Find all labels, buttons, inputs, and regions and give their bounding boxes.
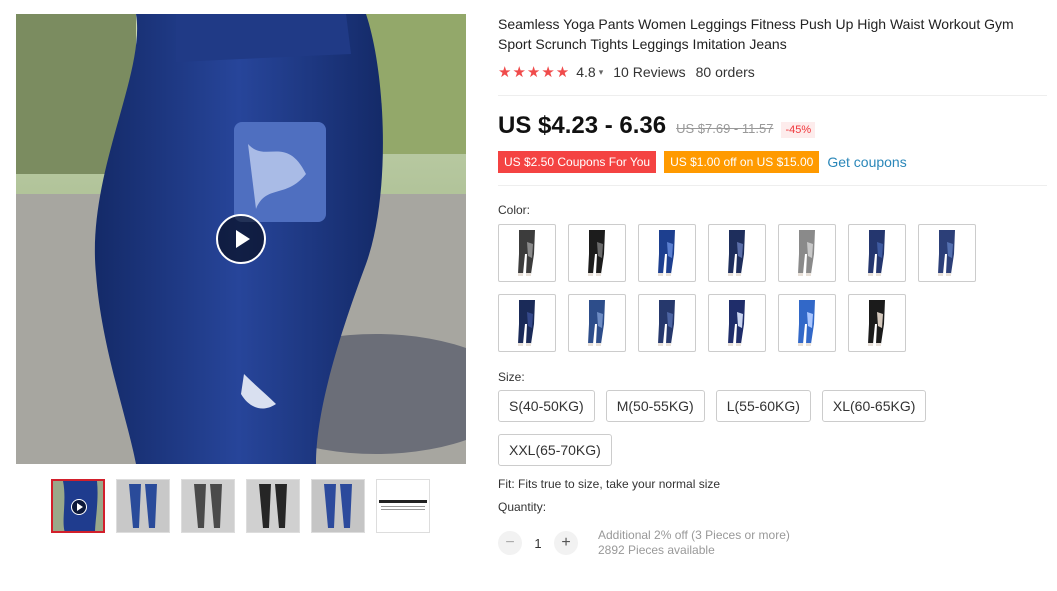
- leggings-black-ombre-icon: [868, 300, 885, 346]
- decrease-quantity-button[interactable]: −: [498, 531, 522, 555]
- leggings-navy-ombre-icon: [728, 300, 745, 346]
- leggings-blue-light-icon: [588, 300, 605, 346]
- color-options: [498, 224, 978, 352]
- leggings-gray-denim-icon: [798, 230, 815, 276]
- thumbnail-video[interactable]: [51, 479, 105, 533]
- color-swatch-13[interactable]: [848, 294, 906, 352]
- thumbnail-5[interactable]: [311, 479, 365, 533]
- quantity-label: Quantity:: [498, 500, 547, 514]
- product-info: Seamless Yoga Pants Women Leggings Fitne…: [498, 14, 1048, 558]
- color-swatch-11[interactable]: [708, 294, 766, 352]
- fit-note: Fit: Fits true to size, take your normal…: [498, 477, 721, 491]
- thumbnail-strip: [51, 479, 430, 533]
- orders-count: 80 orders: [695, 64, 755, 80]
- color-label: Color:: [498, 203, 531, 217]
- divider: [498, 95, 1047, 96]
- color-swatch-2[interactable]: [568, 224, 626, 282]
- leggings-navy-icon: [518, 300, 535, 346]
- leggings-denim-dark-icon: [658, 300, 675, 346]
- size-option-m[interactable]: M(50-55KG): [605, 390, 705, 422]
- select-coupon[interactable]: US $1.00 off on US $15.00: [664, 151, 820, 173]
- leggings-blue-jeans-icon: [658, 230, 675, 276]
- size-option-l[interactable]: L(55-60KG): [715, 390, 811, 422]
- color-swatch-9[interactable]: [568, 294, 626, 352]
- size-option-s[interactable]: S(40-50KG): [498, 390, 595, 422]
- thumbnail-image: [377, 480, 429, 532]
- reviews-link[interactable]: 10 Reviews: [613, 64, 685, 80]
- star-rating-icon: ★★★★★: [498, 64, 571, 81]
- thumbnail-image: [247, 480, 299, 532]
- size-label: Size:: [498, 370, 525, 384]
- thumbnail-image: [182, 480, 234, 532]
- size-option-xl[interactable]: XL(60-65KG): [821, 390, 927, 422]
- color-swatch-4[interactable]: [708, 224, 766, 282]
- thumbnail-2[interactable]: [116, 479, 170, 533]
- thumbnail-image: [117, 480, 169, 532]
- thumbnail-4[interactable]: [246, 479, 300, 533]
- color-swatch-1[interactable]: [498, 224, 556, 282]
- color-swatch-10[interactable]: [638, 294, 696, 352]
- size-option-xxl[interactable]: XXL(65-70KG): [498, 434, 612, 466]
- color-swatch-12[interactable]: [778, 294, 836, 352]
- play-icon: [71, 499, 87, 515]
- thumbnail-size-chart[interactable]: [376, 479, 430, 533]
- play-icon: [236, 230, 250, 248]
- leggings-camo-gray-icon: [518, 230, 535, 276]
- play-video-button[interactable]: [216, 214, 266, 264]
- leggings-navy-jeans-icon: [728, 230, 745, 276]
- product-title: Seamless Yoga Pants Women Leggings Fitne…: [498, 16, 1014, 52]
- color-swatch-6[interactable]: [848, 224, 906, 282]
- size-options: S(40-50KG) M(50-55KG) L(55-60KG) XL(60-6…: [498, 390, 948, 466]
- current-price: US $4.23 - 6.36: [498, 112, 667, 139]
- color-swatch-7[interactable]: [918, 224, 976, 282]
- increase-quantity-button[interactable]: +: [554, 531, 578, 555]
- color-swatch-5[interactable]: [778, 224, 836, 282]
- thumbnail-3[interactable]: [181, 479, 235, 533]
- bulk-discount-note: Additional 2% off (3 Pieces or more): [598, 528, 790, 542]
- quantity-info: Additional 2% off (3 Pieces or more) 289…: [598, 528, 790, 558]
- leggings-denim-blue-icon: [938, 230, 955, 276]
- discount-badge: -45%: [781, 122, 816, 138]
- original-price: US $7.69 - 11.57: [676, 121, 774, 136]
- rating-row: ★★★★★ 4.8 ▾ 10 Reviews 80 orders: [498, 63, 1048, 81]
- quantity-stepper: − 1 + Additional 2% off (3 Pieces or mor…: [498, 528, 1048, 558]
- store-coupon[interactable]: US $2.50 Coupons For You: [498, 151, 657, 173]
- leggings-black-print-icon: [588, 230, 605, 276]
- thumbnail-image: [312, 480, 364, 532]
- coupon-row: US $2.50 Coupons For You US $1.00 off on…: [498, 151, 1048, 173]
- price-row: US $4.23 - 6.36 US $7.69 - 11.57 -45%: [498, 112, 1048, 140]
- leggings-dark-blue-icon: [868, 230, 885, 276]
- rating-value[interactable]: 4.8: [576, 64, 595, 80]
- quantity-value[interactable]: 1: [522, 536, 554, 551]
- stock-available: 2892 Pieces available: [598, 543, 715, 557]
- main-product-image[interactable]: [16, 14, 466, 464]
- get-coupons-link[interactable]: Get coupons: [827, 154, 906, 170]
- divider: [498, 185, 1047, 186]
- color-swatch-8[interactable]: [498, 294, 556, 352]
- leggings-bright-blue-icon: [798, 300, 815, 346]
- color-swatch-3[interactable]: [638, 224, 696, 282]
- chevron-down-icon[interactable]: ▾: [599, 67, 604, 78]
